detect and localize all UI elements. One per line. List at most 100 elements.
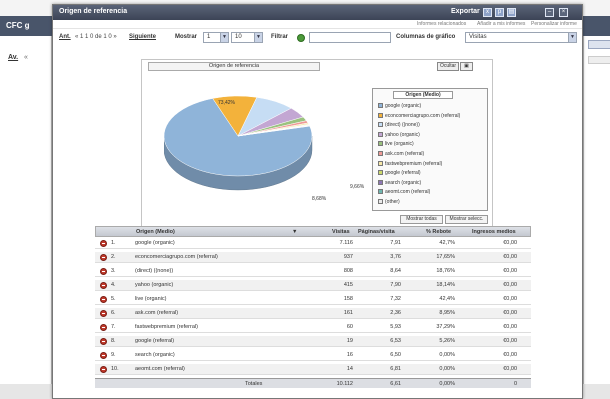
hide-chart-button[interactable]: Ocultar	[437, 62, 459, 71]
background-link[interactable]: Av.	[8, 54, 18, 61]
pie-label-google: 73,42%	[218, 100, 235, 106]
row-origin-link[interactable]: fastwebpremium (referral)	[135, 324, 198, 330]
legend-label: google (organic)	[385, 103, 422, 109]
row-revenue: €0,00	[503, 324, 517, 330]
table-row[interactable]: 6. ask.com (referral) 161 2,36 8,95% €0,00	[95, 308, 531, 319]
row-visits: 16	[346, 352, 353, 358]
row-revenue: €0,00	[503, 282, 517, 288]
table-row[interactable]: 10. aeomt.com (referral) 14 6,81 0,00% €0,00	[95, 364, 531, 375]
pagination-text: « 1 1 0 de 1 0 »	[75, 34, 117, 40]
row-action-icon[interactable]	[100, 296, 107, 303]
legend-item[interactable]: yahoo (organic)	[378, 131, 420, 139]
row-number: 10.	[111, 366, 119, 372]
row-action-icon[interactable]	[100, 338, 107, 345]
row-bounce: 17,65%	[436, 254, 455, 260]
background-header: CFC g	[0, 16, 52, 36]
show-from-select[interactable]: 1 ▼	[203, 32, 229, 43]
background-right-select[interactable]	[588, 40, 610, 49]
row-bounce: 42,4%	[439, 296, 455, 302]
legend-item[interactable]: econcomerciagrupo.com (referral)	[378, 112, 460, 120]
header-visits[interactable]: Visitas	[332, 229, 350, 235]
next-page-link[interactable]: Siguiente	[129, 34, 156, 40]
row-visits: 158	[343, 296, 353, 302]
report-window: Origen de referencia Exportar x p ▤ – × …	[52, 4, 583, 399]
row-pages: 8,64	[390, 268, 401, 274]
chart-columns-select[interactable]: Visitas ▼	[465, 32, 577, 43]
export-excel-icon[interactable]: x	[483, 8, 492, 17]
row-action-icon[interactable]	[100, 352, 107, 359]
row-origin-link[interactable]: econcomerciagrupo.com (referral)	[135, 254, 218, 260]
sort-arrow-icon[interactable]: ▼	[292, 229, 297, 235]
table-row[interactable]: 8. google (referral) 19 6,53 5,26% €0,00	[95, 336, 531, 347]
header-origin[interactable]: Origen (Medio)	[136, 229, 175, 235]
legend-item[interactable]: live (organic)	[378, 141, 414, 148]
row-revenue: €0,00	[503, 254, 517, 260]
background-right-field[interactable]	[588, 56, 610, 64]
row-visits: 14	[346, 366, 353, 372]
window-titlebar[interactable]: Origen de referencia Exportar x p ▤ – ×	[53, 5, 582, 20]
table-row[interactable]: 9. search (organic) 16 6,50 0,00% €0,00	[95, 350, 531, 361]
header-bounce[interactable]: % Rebote	[426, 229, 451, 235]
legend-swatch	[378, 199, 383, 204]
show-count-value: 10	[235, 34, 242, 40]
row-action-icon[interactable]	[100, 268, 107, 275]
row-origin-link[interactable]: google (referral)	[135, 338, 174, 344]
row-action-icon[interactable]	[100, 282, 107, 289]
row-origin-link[interactable]: google (organic)	[135, 240, 175, 246]
show-all-button[interactable]: Mostrar todas	[400, 215, 443, 224]
legend-item[interactable]: google (organic)	[378, 103, 421, 110]
table-row[interactable]: 1. google (organic) 7.116 7,91 42,7% €0,00	[95, 238, 531, 249]
legend-item[interactable]: google (referral)	[378, 170, 421, 177]
prev-page-link[interactable]: Ant.	[59, 34, 71, 40]
header-revenue[interactable]: Ingresos medios	[472, 229, 516, 235]
table-row[interactable]: 2. econcomerciagrupo.com (referral) 937 3,7…	[95, 252, 531, 263]
legend-swatch	[378, 189, 383, 195]
row-origin-link[interactable]: yahoo (organic)	[135, 282, 173, 288]
row-bounce: 5,26%	[439, 338, 455, 344]
chart-options-icon[interactable]: ▣	[460, 62, 473, 71]
legend-swatch	[378, 103, 383, 108]
header-pages[interactable]: Páginas/visita	[358, 229, 395, 235]
legend-label: ask.com (referral)	[385, 151, 425, 157]
row-bounce: 18,76%	[436, 268, 455, 274]
row-action-icon[interactable]	[100, 324, 107, 331]
row-action-icon[interactable]	[100, 310, 107, 317]
row-origin-link[interactable]: live (organic)	[135, 296, 166, 302]
legend-item[interactable]: search (organic)	[378, 179, 421, 187]
row-action-icon[interactable]	[100, 366, 107, 373]
legend-item[interactable]: fastwebpremium (referral)	[378, 160, 442, 168]
table-row[interactable]: 7. fastwebpremium (referral) 60 5,93 37,29% €…	[95, 322, 531, 333]
row-action-icon[interactable]	[100, 240, 107, 247]
print-icon[interactable]: ▤	[507, 8, 516, 17]
filter-go-icon[interactable]	[297, 34, 305, 42]
pie-label-econ: 9,66%	[350, 184, 365, 190]
subbar-link-customize[interactable]: Personalizar informe	[531, 21, 577, 27]
table-row[interactable]: 3. (direct) ((none)) 808 8,64 18,76% €0,00	[95, 266, 531, 277]
row-pages: 6,53	[390, 338, 401, 344]
legend-item[interactable]: aeomt.com (referral)	[378, 189, 430, 196]
export-label[interactable]: Exportar	[451, 8, 480, 15]
row-pages: 7,90	[390, 282, 401, 288]
legend-item[interactable]: ask.com (referral)	[378, 151, 424, 158]
subbar-link-related[interactable]: Informes relacionados	[417, 21, 466, 27]
legend-item[interactable]: (direct) ((none))	[378, 122, 420, 129]
totals-visits: 10.112	[336, 381, 353, 387]
table-row[interactable]: 4. yahoo (organic) 415 7,90 18,14% €0,00	[95, 280, 531, 291]
show-label: Mostrar	[175, 34, 198, 40]
export-pdf-icon[interactable]: p	[495, 8, 504, 17]
background-right-panel	[583, 36, 610, 384]
legend-item[interactable]: (other)	[378, 199, 400, 206]
show-selected-button[interactable]: Mostrar selecc.	[445, 215, 488, 224]
row-action-icon[interactable]	[100, 254, 107, 261]
row-origin-link[interactable]: ask.com (referral)	[135, 310, 178, 316]
table-row[interactable]: 5. live (organic) 158 7,32 42,4% €0,00	[95, 294, 531, 305]
row-origin-link[interactable]: aeomt.com (referral)	[135, 366, 185, 372]
row-origin-link[interactable]: search (organic)	[135, 352, 175, 358]
subbar-link-add[interactable]: Añadir a mis informes	[477, 21, 525, 27]
show-count-select[interactable]: 10 ▼	[231, 32, 263, 43]
row-origin-link[interactable]: (direct) ((none))	[135, 268, 173, 274]
row-bounce: 18,14%	[436, 282, 455, 288]
filter-input[interactable]	[309, 32, 391, 43]
close-icon[interactable]: ×	[559, 8, 568, 17]
minimize-icon[interactable]: –	[545, 8, 554, 17]
